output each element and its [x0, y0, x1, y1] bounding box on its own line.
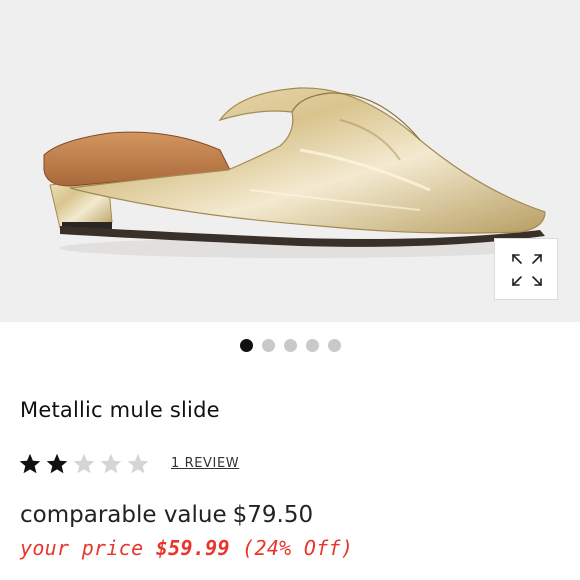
comparable-value: comparable value $79.50	[20, 502, 313, 528]
shoe-illustration	[43, 87, 546, 258]
product-title: Metallic mule slide	[20, 398, 220, 422]
product-image[interactable]	[0, 0, 580, 322]
star-icon	[73, 453, 95, 474]
comparable-value-label: comparable value	[20, 502, 227, 528]
carousel-dot[interactable]	[240, 339, 253, 352]
sale-price-amount: $59.99	[155, 536, 230, 560]
image-carousel-dots	[0, 339, 580, 353]
star-icon	[127, 453, 149, 474]
carousel-dot[interactable]	[328, 339, 341, 352]
star-icon	[46, 453, 68, 474]
carousel-dot[interactable]	[306, 339, 319, 352]
expand-image-button[interactable]	[494, 238, 558, 300]
discount-percent: (24% Off)	[242, 536, 354, 560]
carousel-dot[interactable]	[284, 339, 297, 352]
review-count-link[interactable]: 1 REVIEW	[171, 456, 239, 471]
star-icon	[19, 453, 41, 474]
star-icon	[100, 453, 122, 474]
comparable-value-amount: $79.50	[232, 502, 314, 528]
sale-price-label: your price	[20, 536, 144, 560]
sale-price: your price $59.99 (24% Off)	[20, 536, 353, 560]
expand-arrows-icon	[512, 254, 542, 286]
carousel-dot[interactable]	[262, 339, 275, 352]
